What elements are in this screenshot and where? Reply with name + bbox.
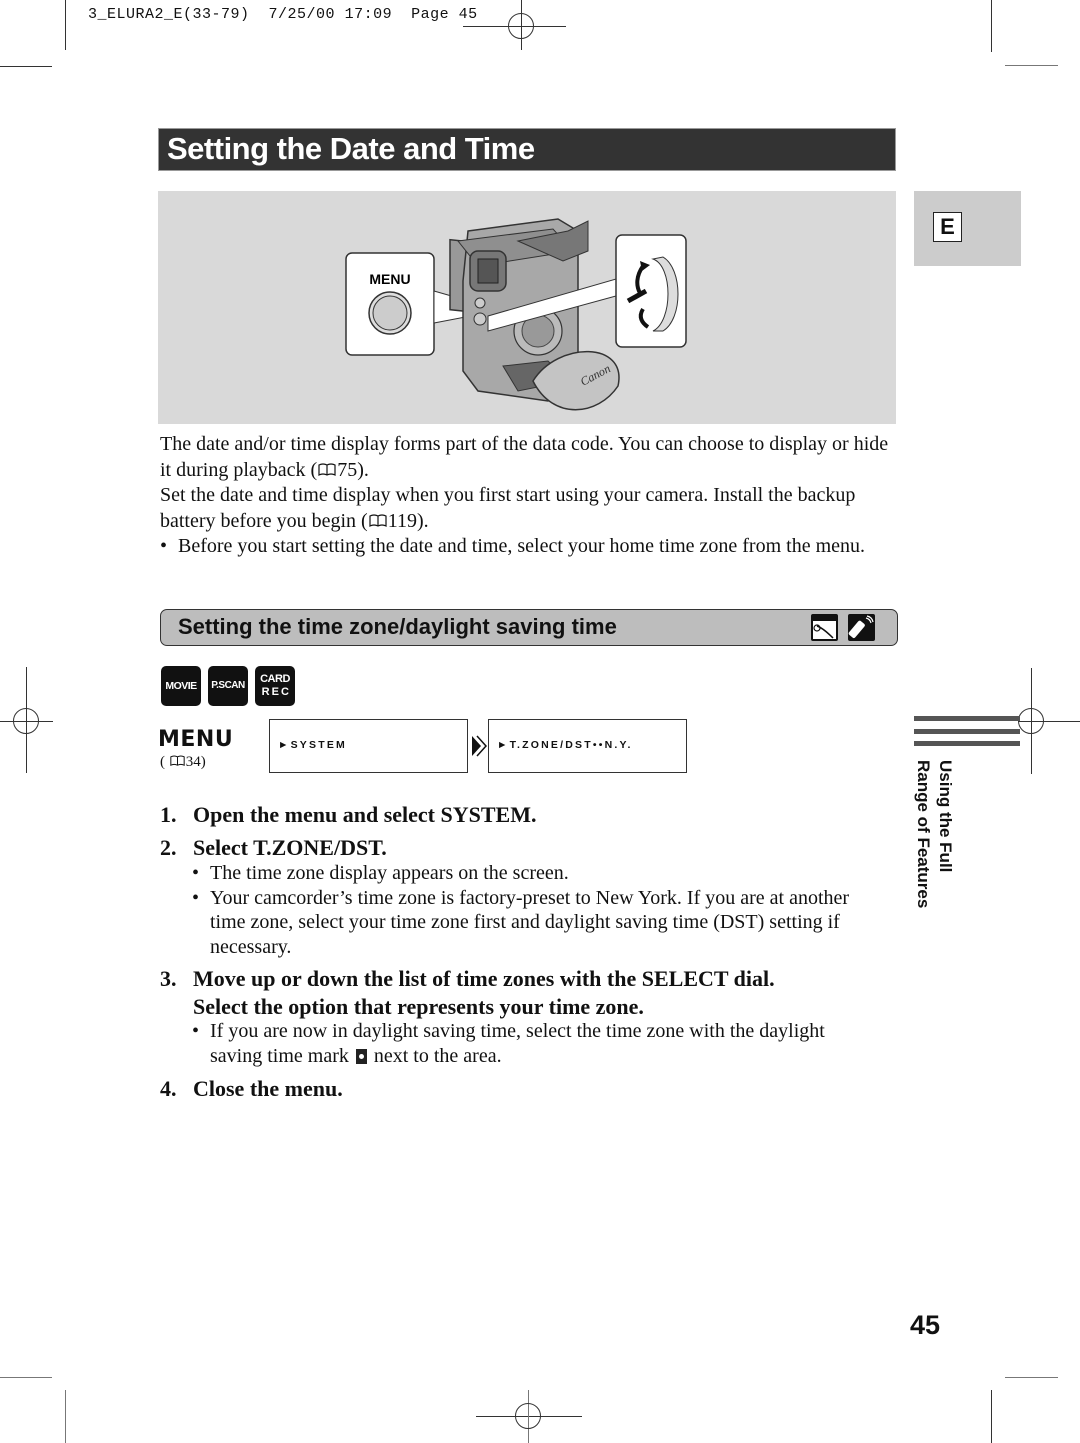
mode-badge-pscan: P.SCAN — [208, 666, 248, 706]
next-step-arrow-icon — [472, 735, 487, 757]
slug-file: 3_ELURA2_E(33-79) — [88, 6, 250, 23]
menu-label: MENU — [158, 727, 234, 752]
side-tab-line-1: Using the Full — [936, 760, 955, 873]
menu-page-reference: ( 34) — [160, 754, 206, 770]
intro-paragraph-2: Set the date and time display when you f… — [160, 484, 856, 532]
crop-mark — [65, 0, 66, 50]
slug-date: 7/25/00 — [268, 6, 336, 23]
intro-bullet: Before you start setting the date and ti… — [160, 534, 900, 560]
book-reference-icon — [170, 755, 185, 766]
registration-mark — [1018, 708, 1044, 734]
page-reference-119[interactable]: 119 — [388, 510, 417, 532]
book-reference-icon — [369, 513, 387, 527]
intro-text: The date and/or time display forms part … — [160, 432, 900, 560]
daylight-saving-mark-icon — [355, 1048, 367, 1064]
menu-item-tzone-dst: ►T.ZONE/DST••N.Y. — [488, 719, 687, 773]
mode-badge-card-rec: CARD R E C — [255, 666, 295, 706]
page-reference-75[interactable]: 75 — [337, 459, 357, 481]
intro-paragraph-1: The date and/or time display forms part … — [160, 433, 889, 481]
crop-mark — [1005, 65, 1058, 66]
page-number: 45 — [910, 1310, 941, 1340]
camcorder-drawing: MENU Canon — [345, 218, 687, 411]
step-2-bullet-1: The time zone display appears on the scr… — [192, 861, 862, 886]
step-3-bullets: If you are now in daylight saving time, … — [192, 1019, 862, 1068]
crop-mark — [991, 0, 992, 52]
menu-callout-label: MENU — [369, 271, 410, 287]
section-heading-bar: Setting the time zone/daylight saving ti… — [160, 609, 898, 646]
slug-page: Page 45 — [411, 6, 478, 23]
step-2-bullet-2: Your camcorder’s time zone is factory-pr… — [192, 886, 862, 960]
language-indicator: E — [933, 212, 962, 242]
side-tab-bar — [914, 741, 1020, 746]
step-2-bullets: The time zone display appears on the scr… — [192, 861, 862, 959]
remote-control-icon — [848, 614, 875, 641]
registration-mark — [508, 13, 534, 39]
side-tab-line-2: Range of Features — [914, 760, 933, 909]
slug-time: 17:09 — [344, 6, 393, 23]
crop-mark — [65, 1390, 66, 1443]
registration-mark — [515, 1403, 541, 1429]
crop-mark — [0, 1377, 52, 1378]
registration-mark — [13, 708, 39, 734]
camera-body-icon — [811, 614, 838, 641]
language-tab — [914, 191, 1021, 266]
side-tab-bar — [914, 716, 1020, 721]
page-reference-34[interactable]: 34 — [186, 754, 201, 770]
menu-item-system: ►SYSTEM — [269, 719, 468, 773]
camcorder-illustration: MENU Canon — [158, 191, 896, 424]
crop-mark — [991, 1390, 992, 1443]
section-title: Setting the time zone/daylight saving ti… — [178, 614, 617, 639]
crop-mark — [1005, 1377, 1058, 1378]
step-3-bullet: If you are now in daylight saving time, … — [192, 1019, 862, 1068]
print-slug: 3_ELURA2_E(33-79) 7/25/00 17:09 Page 45 — [88, 6, 478, 23]
page-title: Setting the Date and Time — [167, 131, 535, 166]
page-title-bar: Setting the Date and Time — [158, 128, 896, 171]
side-tab-label: Using the Full Range of Features — [913, 760, 963, 940]
book-reference-icon — [318, 462, 336, 476]
crop-mark — [0, 66, 52, 67]
mode-badge-movie: MOVIE — [161, 666, 201, 706]
side-tab-bar — [914, 729, 1020, 734]
